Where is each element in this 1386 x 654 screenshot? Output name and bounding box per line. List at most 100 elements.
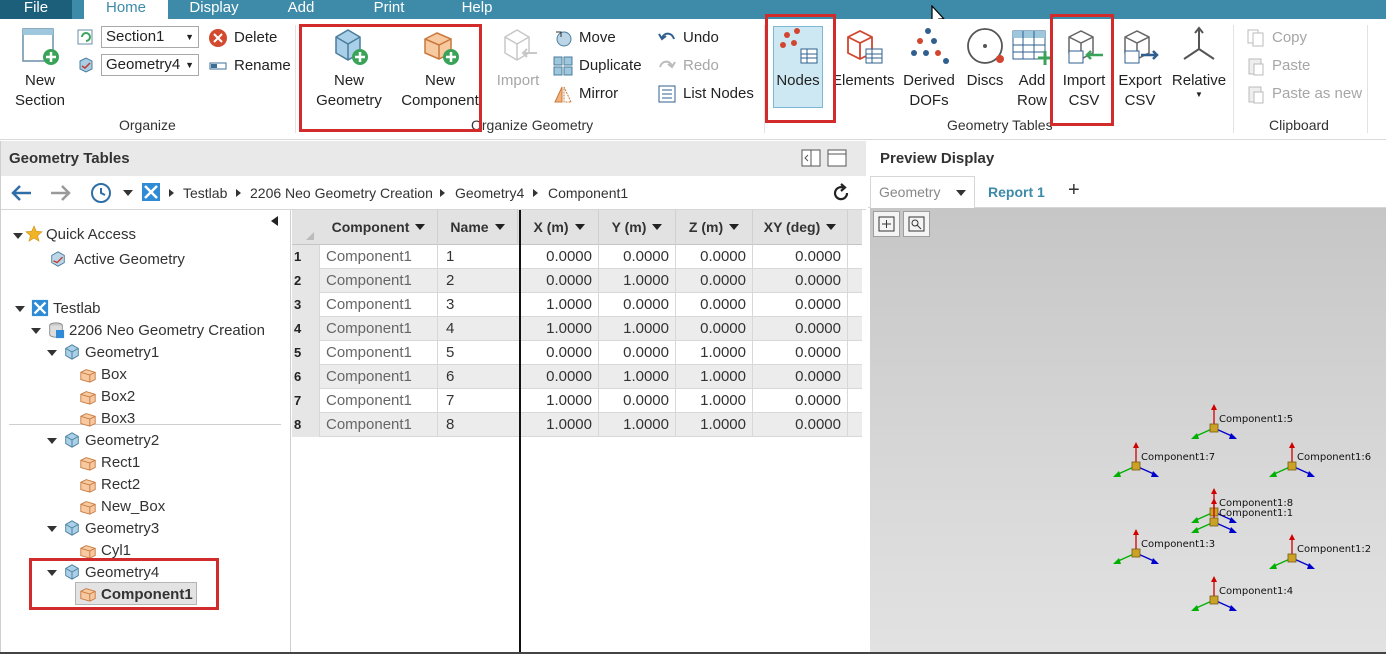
tab-geometry[interactable]: Geometry bbox=[870, 176, 975, 208]
split-view-icon[interactable] bbox=[801, 149, 821, 167]
table-row[interactable]: 4 Component1 4 1.0000 1.0000 0.0000 0.0000 bbox=[292, 317, 862, 341]
cell-component[interactable]: Component1 bbox=[320, 293, 438, 317]
collapse-panel-icon[interactable] bbox=[271, 216, 278, 226]
select-all-corner-icon[interactable] bbox=[292, 210, 320, 245]
tree-item-box[interactable]: Box bbox=[101, 366, 127, 384]
list-nodes-button[interactable]: List Nodes bbox=[657, 84, 757, 106]
tree-item-new-box[interactable]: New_Box bbox=[101, 498, 165, 516]
node-marker[interactable]: Component1:3 bbox=[1113, 529, 1215, 564]
cell-xy[interactable]: 0.0000 bbox=[753, 245, 848, 269]
column-header-name[interactable]: Name bbox=[438, 210, 518, 245]
cell-xy[interactable]: 0.0000 bbox=[753, 317, 848, 341]
menu-tab-help[interactable]: Help bbox=[444, 0, 510, 19]
cell-z[interactable]: 0.0000 bbox=[676, 293, 753, 317]
table-pane-divider[interactable] bbox=[519, 210, 521, 654]
cell-component[interactable]: Component1 bbox=[320, 245, 438, 269]
column-header-xy[interactable]: XY (deg) bbox=[753, 210, 848, 245]
undo-button[interactable]: Undo bbox=[657, 28, 727, 50]
refresh-icon[interactable] bbox=[831, 183, 851, 203]
forward-arrow-icon[interactable] bbox=[49, 183, 73, 203]
cell-y[interactable]: 0.0000 bbox=[599, 245, 676, 269]
breadcrumb-item[interactable]: Testlab bbox=[183, 185, 227, 201]
cell-x[interactable]: 1.0000 bbox=[520, 317, 599, 341]
section-combo[interactable]: Section1 ▼ bbox=[101, 26, 199, 48]
duplicate-button[interactable]: Duplicate bbox=[553, 56, 649, 78]
tree-item-box2[interactable]: Box2 bbox=[101, 388, 135, 406]
tree-item-geometry3[interactable]: Geometry3 bbox=[85, 520, 159, 538]
cell-x[interactable]: 1.0000 bbox=[520, 293, 599, 317]
tree-item-geometry2[interactable]: Geometry2 bbox=[85, 432, 159, 450]
cell-z[interactable]: 1.0000 bbox=[676, 413, 753, 437]
history-icon[interactable] bbox=[89, 181, 113, 205]
tree-expand-toggle[interactable] bbox=[15, 306, 25, 312]
table-row[interactable]: 6 Component1 6 0.0000 1.0000 1.0000 0.0000 bbox=[292, 365, 862, 389]
cell-name[interactable]: 8 bbox=[438, 413, 520, 437]
cell-y[interactable]: 1.0000 bbox=[599, 365, 676, 389]
import-csv-button[interactable]: Import CSV bbox=[1058, 23, 1110, 109]
paste-button[interactable]: Paste bbox=[1246, 56, 1326, 78]
breadcrumb-item[interactable]: Geometry4 bbox=[455, 185, 524, 201]
cell-y[interactable]: 1.0000 bbox=[599, 413, 676, 437]
row-number[interactable]: 2 bbox=[292, 269, 320, 293]
tree-item-box3[interactable]: Box3 bbox=[101, 410, 135, 428]
tree-expand-toggle[interactable] bbox=[47, 438, 57, 444]
cell-xy[interactable]: 0.0000 bbox=[753, 269, 848, 293]
cell-name[interactable]: 3 bbox=[438, 293, 520, 317]
geometry-combo[interactable]: Geometry4 ▼ bbox=[101, 54, 199, 76]
elements-button[interactable]: Elements bbox=[832, 23, 895, 109]
tree-expand-toggle[interactable] bbox=[31, 328, 41, 334]
cell-x[interactable]: 0.0000 bbox=[520, 269, 599, 293]
add-tab-button[interactable]: + bbox=[1068, 179, 1080, 202]
import-button[interactable]: Import bbox=[492, 23, 544, 109]
cell-name[interactable]: 4 bbox=[438, 317, 520, 341]
cell-y[interactable]: 1.0000 bbox=[599, 317, 676, 341]
tree-expand-toggle[interactable] bbox=[47, 526, 57, 532]
node-marker[interactable]: Component1:5 bbox=[1191, 404, 1293, 439]
tree-item-rect2[interactable]: Rect2 bbox=[101, 476, 140, 494]
node-marker[interactable]: Component1:4 bbox=[1191, 576, 1293, 611]
discs-button[interactable]: Discs bbox=[962, 23, 1008, 109]
row-number[interactable]: 4 bbox=[292, 317, 320, 341]
cell-x[interactable]: 1.0000 bbox=[520, 389, 599, 413]
column-header-component[interactable]: Component bbox=[320, 210, 438, 245]
new-section-button[interactable]: New Section bbox=[8, 23, 72, 109]
breadcrumb-item[interactable]: Component1 bbox=[548, 185, 628, 201]
cell-name[interactable]: 1 bbox=[438, 245, 520, 269]
row-number[interactable]: 7 bbox=[292, 389, 320, 413]
maximize-icon[interactable] bbox=[827, 149, 847, 167]
cell-component[interactable]: Component1 bbox=[320, 317, 438, 341]
derived-dofs-button[interactable]: Derived DOFs bbox=[900, 23, 958, 109]
cell-y[interactable]: 0.0000 bbox=[599, 389, 676, 413]
node-marker[interactable]: Component1:2 bbox=[1269, 534, 1371, 569]
cell-name[interactable]: 2 bbox=[438, 269, 520, 293]
cell-name[interactable]: 5 bbox=[438, 341, 520, 365]
rename-button[interactable]: Rename bbox=[208, 56, 294, 78]
new-geometry-button[interactable]: New Geometry bbox=[310, 23, 388, 109]
breadcrumb-item[interactable]: 2206 Neo Geometry Creation bbox=[250, 185, 433, 201]
tree-expand-toggle[interactable] bbox=[13, 233, 23, 239]
row-number[interactable]: 5 bbox=[292, 341, 320, 365]
cell-xy[interactable]: 0.0000 bbox=[753, 389, 848, 413]
tree-item-geometry1[interactable]: Geometry1 bbox=[85, 344, 159, 362]
table-row[interactable]: 7 Component1 7 1.0000 0.0000 1.0000 0.0000 bbox=[292, 389, 862, 413]
export-csv-button[interactable]: Export CSV bbox=[1114, 23, 1166, 109]
cell-z[interactable]: 0.0000 bbox=[676, 245, 753, 269]
cell-name[interactable]: 6 bbox=[438, 365, 520, 389]
cell-z[interactable]: 0.0000 bbox=[676, 317, 753, 341]
3d-viewport[interactable]: Component1:5 Component1:7 Component1:6 Comp… bbox=[870, 208, 1386, 654]
copy-button[interactable]: Copy bbox=[1246, 28, 1326, 50]
cell-x[interactable]: 0.0000 bbox=[520, 341, 599, 365]
tree-item-cyl1[interactable]: Cyl1 bbox=[101, 542, 131, 560]
row-number[interactable]: 8 bbox=[292, 413, 320, 437]
cell-z[interactable]: 1.0000 bbox=[676, 365, 753, 389]
menu-tab-add[interactable]: Add bbox=[270, 0, 332, 19]
menu-tab-file[interactable]: File bbox=[0, 0, 72, 19]
history-dropdown-icon[interactable] bbox=[123, 190, 133, 196]
delete-button[interactable]: Delete bbox=[208, 28, 288, 50]
paste-as-new-button[interactable]: Paste as new bbox=[1246, 84, 1364, 106]
tree-item-quick-access[interactable]: Quick Access bbox=[46, 226, 136, 244]
tree-item-geometry4[interactable]: Geometry4 bbox=[85, 564, 159, 582]
cell-component[interactable]: Component1 bbox=[320, 413, 438, 437]
cell-z[interactable]: 1.0000 bbox=[676, 341, 753, 365]
cell-x[interactable]: 0.0000 bbox=[520, 365, 599, 389]
